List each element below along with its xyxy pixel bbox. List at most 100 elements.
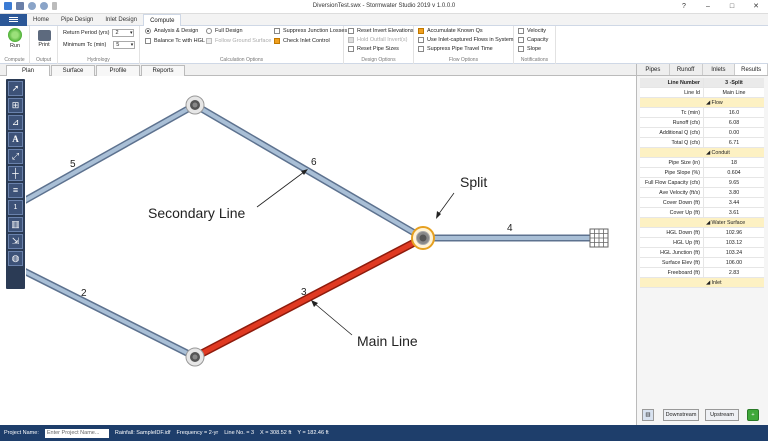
follow-ground-checkbox[interactable]: Follow Ground Surface	[206, 38, 271, 44]
reset-invert-checkbox[interactable]: Reset Invert Elevations	[348, 28, 414, 34]
globe-icon[interactable]: ◍	[8, 251, 23, 266]
tab-pipes[interactable]: Pipes	[637, 64, 670, 75]
design-group: Reset Invert Elevations Hold Outfall Inv…	[344, 26, 414, 64]
table-row[interactable]: Freeboard (ft) 2.83	[640, 268, 764, 278]
min-tc-select[interactable]: 5	[113, 41, 136, 49]
plan-drawing[interactable]: 5 6 2 3 4 Secondary Line Main Line Split	[2, 77, 636, 425]
accumulate-checkbox[interactable]: Accumulate Known Qs	[418, 28, 483, 34]
tab-runoff[interactable]: Runoff	[669, 64, 703, 75]
conduit-section[interactable]: ◢ Conduit	[640, 148, 764, 158]
tab-plan[interactable]: Plan	[6, 65, 50, 76]
suppress-junction-checkbox[interactable]: Suppress Junction Losses	[274, 28, 347, 34]
table-row[interactable]: Cover Down (ft) 3.44	[640, 198, 764, 208]
panel-footer: ▥ Downstream Upstream +	[637, 409, 768, 423]
pipe-5[interactable]	[2, 101, 199, 215]
use-inlet-checkbox[interactable]: Use Inlet-captured Flows in System	[418, 37, 514, 43]
table-row[interactable]: Total Q (cfs) 6.71	[640, 138, 764, 148]
check-inlet-checkbox[interactable]: Check Inlet Control	[274, 38, 330, 44]
balance-tc-label: Balance Tc with HGL	[154, 38, 205, 44]
secondary-arrow-line	[256, 171, 305, 208]
analysis-design-label: Analysis & Design	[154, 28, 199, 34]
inlet-section[interactable]: ◢ Inlet	[640, 278, 764, 288]
ribbon: Run Compute Print Output Return Period (…	[0, 26, 768, 64]
notifications-group-label: Notifications	[520, 57, 549, 63]
table-row[interactable]: HGL Junction (ft) 103.24	[640, 248, 764, 258]
checkbox-indicator	[348, 28, 354, 34]
table-row[interactable]: HGL Up (ft) 103.12	[640, 238, 764, 248]
analysis-design-radio[interactable]: Analysis & Design	[145, 28, 198, 34]
junction-split[interactable]	[411, 226, 435, 250]
row-value: 18	[731, 160, 737, 166]
table-row[interactable]: Full Flow Capacity (cfs) 9.65	[640, 178, 764, 188]
suppress-travel-checkbox[interactable]: Suppress Pipe Travel Time	[418, 46, 493, 52]
layers-icon[interactable]: ≡	[8, 183, 23, 198]
checkbox-indicator	[274, 28, 280, 34]
row-key: Tc (min)	[640, 108, 704, 117]
hold-outfall-checkbox[interactable]: Hold Outfall Invert(s)	[348, 37, 407, 43]
add-pipe-icon[interactable]: ⊞	[8, 98, 23, 113]
downstream-button[interactable]: Downstream	[663, 409, 699, 421]
tab-results[interactable]: Results	[735, 64, 768, 75]
secondary-line-annotation: Secondary Line	[148, 205, 246, 221]
run-icon	[8, 28, 22, 42]
table-row[interactable]: Surface Elev (ft) 106.00	[640, 258, 764, 268]
calc-group-label: Calculation Options	[219, 57, 264, 63]
import-icon[interactable]: ⇲	[8, 234, 23, 249]
split-annotation: Split	[460, 174, 487, 190]
junction-bottom[interactable]	[185, 347, 205, 367]
close-button[interactable]: ✕	[744, 0, 768, 14]
maximize-button[interactable]: □	[720, 0, 744, 14]
table-row[interactable]: Additional Q (cfs) 0.00	[640, 128, 764, 138]
trash-icon[interactable]: ▥	[642, 409, 654, 421]
print-button[interactable]: Print	[33, 28, 55, 48]
row-value: 106.00	[725, 260, 743, 266]
minimize-button[interactable]: –	[696, 0, 720, 14]
velocity-checkbox[interactable]: Velocity	[518, 28, 546, 34]
delete-icon[interactable]: ▥	[8, 217, 23, 232]
text-tool-icon[interactable]: A	[8, 132, 23, 147]
profile-tool-icon[interactable]: ┼	[8, 166, 23, 181]
table-row[interactable]: Cover Up (ft) 3.61	[640, 208, 764, 218]
add-icon[interactable]: +	[747, 409, 759, 421]
tab-surface[interactable]: Surface	[51, 65, 95, 76]
radio-indicator	[145, 28, 151, 34]
rainfall-status: Rainfall: SampleIDF.idf	[114, 430, 171, 436]
tab-inlets[interactable]: Inlets	[702, 64, 736, 75]
return-period-select[interactable]: 2	[112, 29, 135, 37]
project-name-input[interactable]: Enter Project Name...	[44, 428, 109, 438]
table-row[interactable]: Tc (min) 16.0	[640, 108, 764, 118]
project-name-label: Project Name:	[4, 430, 39, 436]
pipe-2[interactable]	[2, 258, 199, 361]
flow-group-label: Flow Options	[448, 57, 479, 63]
row-key: Ave Velocity (ft/s)	[640, 188, 704, 197]
line-id-row[interactable]: Line Id Main Line	[640, 88, 764, 98]
run-button[interactable]: Run	[4, 28, 26, 49]
reset-pipe-checkbox[interactable]: Reset Pipe Sizes	[348, 46, 399, 52]
results-panel: Pipes Runoff Inlets Results Line Number 3…	[636, 64, 768, 425]
full-design-label: Full Design	[215, 28, 243, 34]
balance-tc-checkbox[interactable]: Balance Tc with HGL	[145, 38, 205, 44]
junction-top[interactable]	[185, 95, 205, 115]
help-icon[interactable]: ?	[672, 0, 696, 14]
number-lines-icon[interactable]: 1	[8, 200, 23, 215]
table-row[interactable]: Pipe Slope (%) 0.604	[640, 168, 764, 178]
water-surface-section[interactable]: ◢ Water Surface	[640, 218, 764, 228]
table-row[interactable]: Ave Velocity (ft/s) 3.80	[640, 188, 764, 198]
row-key: HGL Junction (ft)	[640, 248, 704, 257]
add-inlet-icon[interactable]: ⊿	[8, 115, 23, 130]
file-menu-button[interactable]	[0, 14, 27, 26]
tab-profile[interactable]: Profile	[96, 65, 140, 76]
select-pointer-icon[interactable]: ➚	[8, 81, 23, 96]
table-row[interactable]: HGL Down (ft) 102.96	[640, 228, 764, 238]
tab-reports[interactable]: Reports	[141, 65, 185, 76]
slope-checkbox[interactable]: Slope	[518, 46, 541, 52]
zoom-extents-icon[interactable]: ⤢	[8, 149, 23, 164]
full-design-radio[interactable]: Full Design	[206, 28, 243, 34]
plan-canvas[interactable]: 5 6 2 3 4 Secondary Line Main Line Split	[2, 77, 636, 425]
upstream-button[interactable]: Upstream	[705, 409, 739, 421]
table-row[interactable]: Runoff (cfs) 6.08	[640, 118, 764, 128]
table-row[interactable]: Pipe Size (in) 18	[640, 158, 764, 168]
capacity-checkbox[interactable]: Capacity	[518, 37, 548, 43]
flow-section[interactable]: ◢ Flow	[640, 98, 764, 108]
outfall-grate-icon[interactable]	[589, 228, 609, 248]
